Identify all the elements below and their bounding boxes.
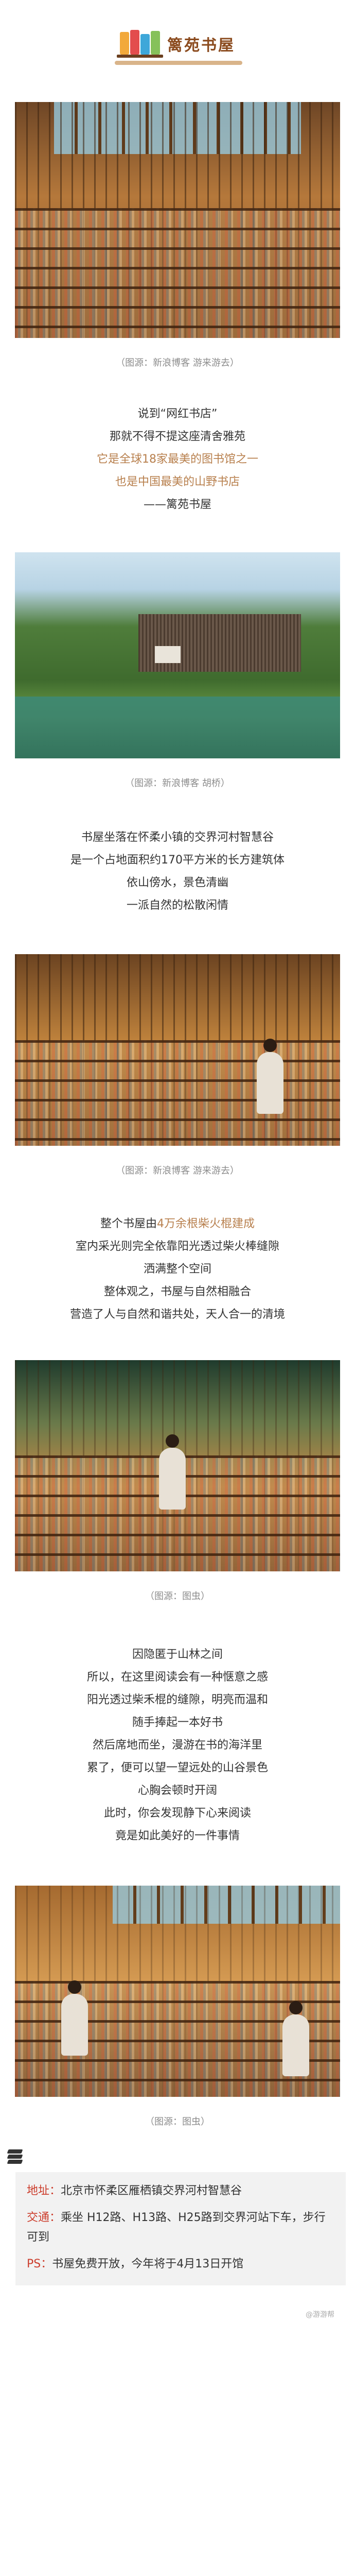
transport-value: 乘坐 H12路、H13路、H25路到交界河站下车，步行可到 (27, 2211, 326, 2244)
text-line-highlight: 它是全球18家最美的图书馆之一 (97, 453, 258, 466)
intro-text: 说到“网红书店” 那就不得不提这座清舍雅苑 它是全球18家最美的图书馆之一 也是… (0, 369, 355, 516)
info-section: 地址：北京市怀柔区雁栖镇交界河村智慧谷 交通：乘坐 H12路、H13路、H25路… (0, 2147, 355, 2285)
text-line: 此时，你会发现静下心来阅读 (103, 1807, 251, 1820)
text-line: ——篱苑书屋 (143, 498, 211, 511)
text-highlight: 4万余根柴火棍建成 (157, 1217, 255, 1230)
text-line: 心胸会顿时开阔 (137, 1784, 217, 1797)
text-line: 随手捧起一本好书 (132, 1716, 223, 1729)
info-transport: 交通：乘坐 H12路、H13路、H25路到交界河站下车，步行可到 (27, 2208, 334, 2247)
stack-layers-icon (6, 2147, 24, 2165)
text-line: 那就不得不提这座清舍雅苑 (109, 430, 245, 443)
info-address: 地址：北京市怀柔区雁栖镇交界河村智慧谷 (27, 2181, 334, 2201)
text-line: 累了，便可以望一望远处的山谷景色 (86, 1761, 268, 1774)
watermark: @游游帮 (306, 2311, 334, 2319)
text-line: 然后席地而坐，漫游在书的海洋里 (92, 1739, 262, 1752)
text-line: 整体观之，书屋与自然相融合 (103, 1285, 251, 1298)
address-label: 地址： (27, 2184, 61, 2197)
transport-label: 交通： (27, 2211, 61, 2224)
bookhouse-building (138, 614, 301, 672)
text-line: 阳光透过柴禾棍的缝隙，明亮而温和 (86, 1693, 268, 1706)
article-page: 篱苑书屋 （图源：新浪博客 游来游去） 说到“网红书店” 那就不得不提这座清舍雅… (0, 0, 355, 2327)
photo-caption: （图源：新浪博客 胡桥） (125, 778, 230, 789)
text-line: 营造了人与自然和谐共处，天人合一的清境 (69, 1308, 285, 1321)
ps-value: 书屋免费开放，今年将于4月13日开馆 (52, 2258, 244, 2270)
photo-caption: （图源：新浪博客 游来游去） (116, 358, 239, 368)
photo-interior-skylight (15, 102, 340, 338)
photo-readers-stairs (15, 1886, 340, 2097)
text-line-highlight: 也是中国最美的山野书店 (115, 476, 240, 488)
info-ps: PS：书屋免费开放，今年将于4月13日开馆 (27, 2255, 334, 2274)
child-figure (257, 1039, 283, 1114)
structure-text: 整个书屋由4万余根柴火棍建成 室内采光则完全依靠阳光透过柴火棒缝隙 洒满整个空间… (0, 1177, 355, 1326)
text-line: 是一个占地面积约170平方米的长方建筑体 (70, 854, 285, 867)
ps-label: PS： (27, 2258, 52, 2270)
text-line: 整个书屋由4万余根柴火棍建成 (0, 1213, 355, 1235)
text-line: 说到“网红书店” (137, 408, 218, 420)
photo-caption: （图源：图虫） (145, 2116, 210, 2127)
page-title: 篱苑书屋 (167, 37, 235, 55)
text-line: 依山傍水，景色清幽 (126, 876, 228, 889)
text-line: 洒满整个空间 (143, 1263, 211, 1276)
photo-interior-child (15, 954, 340, 1146)
photo-reader-window (15, 1360, 340, 1571)
reader-figure (282, 2001, 309, 2076)
bookshelf-logo-icon (117, 29, 163, 59)
location-text: 书屋坐落在怀柔小镇的交界河村智慧谷 是一个占地面积约170平方米的长方建筑体 依… (0, 789, 355, 917)
pond (15, 697, 340, 758)
reader-figure (61, 1980, 88, 2056)
text-line: 室内采光则完全依靠阳光透过柴火棒缝隙 (75, 1240, 279, 1253)
reading-text: 因隐匿于山林之间 所以，在这里阅读会有一种惬意之感 阳光透过柴禾棍的缝隙，明亮而… (0, 1602, 355, 1848)
photo-caption: （图源：新浪博客 游来游去） (116, 1165, 239, 1176)
photo-exterior-mountain (15, 552, 340, 758)
title-row: 篱苑书屋 (0, 0, 355, 88)
text-fragment: 整个书屋由 (100, 1217, 157, 1230)
footer: @游游帮 (0, 2285, 355, 2327)
text-line: 竟是如此美好的一件事情 (115, 1829, 240, 1842)
address-value: 北京市怀柔区雁栖镇交界河村智慧谷 (61, 2184, 242, 2197)
text-line: 一派自然的松散闲情 (126, 899, 228, 912)
info-box: 地址：北京市怀柔区雁栖镇交界河村智慧谷 交通：乘坐 H12路、H13路、H25路… (15, 2172, 346, 2285)
reader-figure (159, 1434, 186, 1510)
photo-caption: （图源：图虫） (145, 1591, 210, 1602)
title-underline (115, 61, 242, 65)
text-line: 所以，在这里阅读会有一种惬意之感 (86, 1671, 268, 1684)
text-line: 因隐匿于山林之间 (132, 1648, 223, 1661)
title-badge: 篱苑书屋 (115, 29, 242, 65)
text-line: 书屋坐落在怀柔小镇的交界河村智慧谷 (81, 831, 274, 844)
